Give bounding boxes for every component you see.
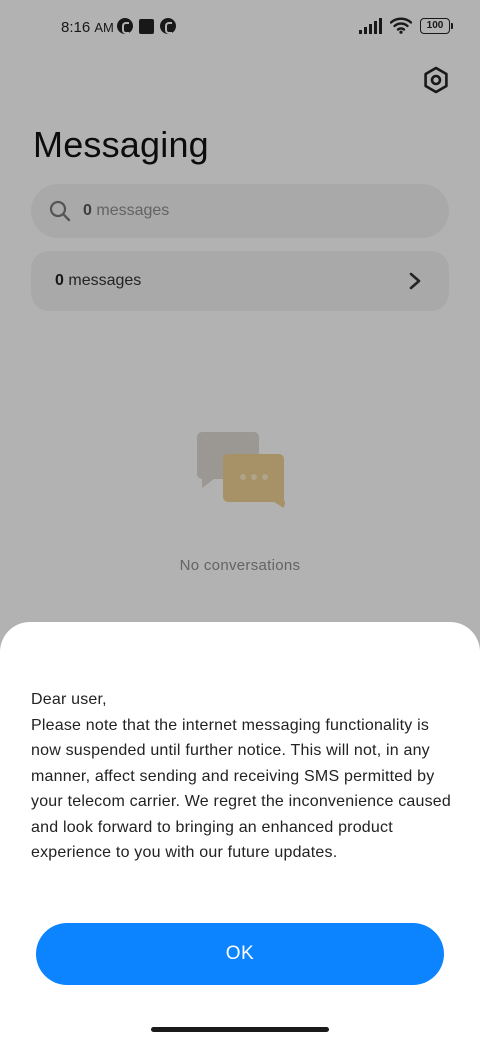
ok-button[interactable]: OK [36, 923, 444, 985]
notice-dialog: Dear user, Please note that the internet… [0, 622, 480, 1040]
dialog-message: Dear user, Please note that the internet… [31, 687, 461, 866]
dialog-greeting: Dear user, [31, 691, 107, 708]
home-indicator[interactable] [151, 1027, 329, 1032]
dialog-body: Please note that the internet messaging … [31, 716, 452, 862]
